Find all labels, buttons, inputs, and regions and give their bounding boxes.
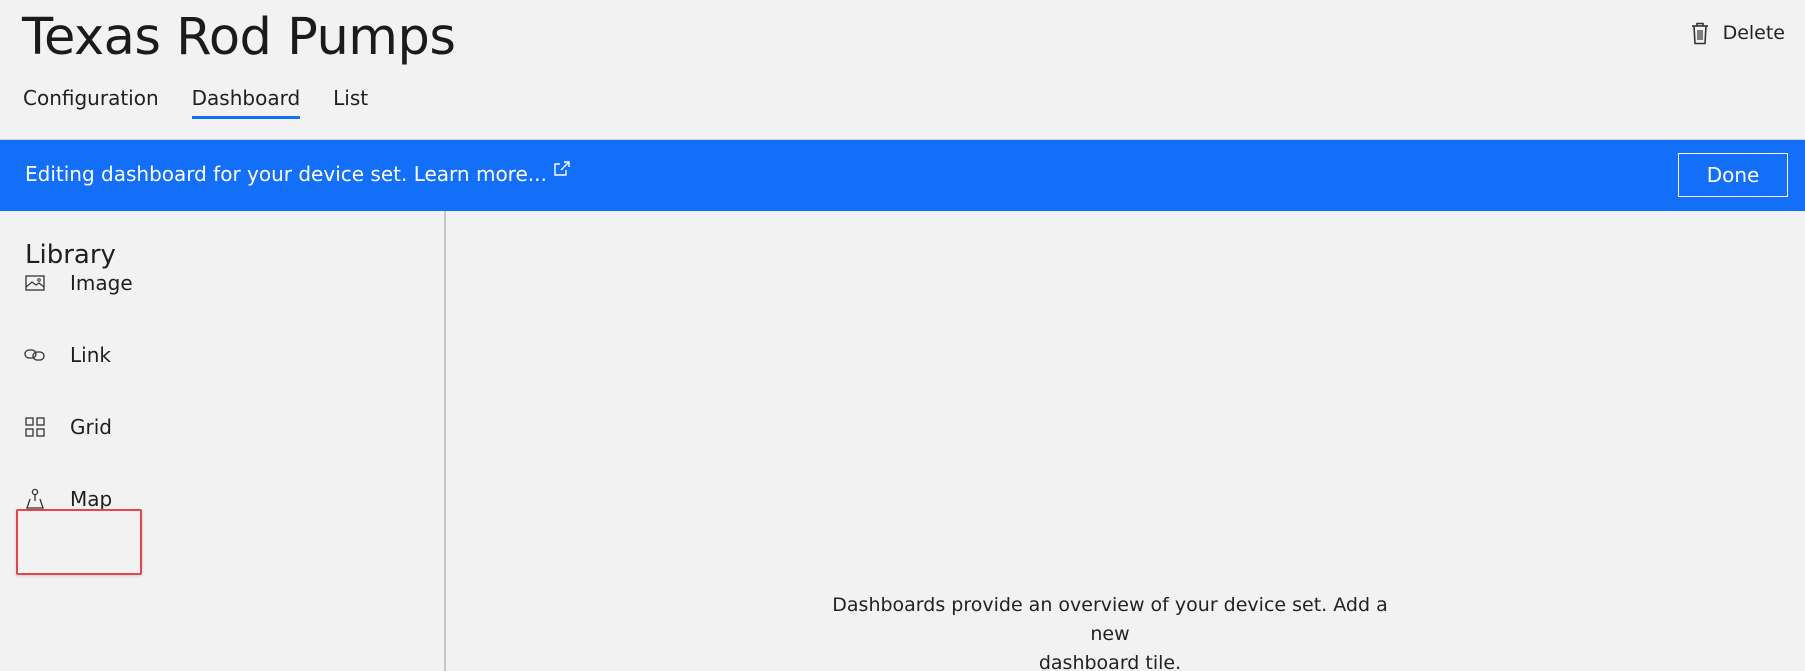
external-link-icon[interactable] bbox=[553, 158, 571, 182]
link-icon bbox=[24, 344, 46, 366]
empty-dashboard-message: Dashboards provide an overview of your d… bbox=[810, 591, 1410, 671]
library-item-grid[interactable]: Grid bbox=[24, 407, 384, 447]
app-page: Texas Rod Pumps Delete Configuration Das… bbox=[0, 0, 1805, 671]
tab-bar: Configuration Dashboard List bbox=[23, 86, 401, 119]
map-icon bbox=[24, 488, 46, 510]
image-icon bbox=[24, 272, 46, 294]
library-item-label: Image bbox=[70, 271, 133, 295]
library-item-label: Link bbox=[70, 343, 111, 367]
map-highlight-box bbox=[16, 509, 142, 575]
tab-list[interactable]: List bbox=[333, 86, 368, 119]
empty-message-line-1: Dashboards provide an overview of your d… bbox=[832, 594, 1388, 645]
dashboard-canvas[interactable]: Dashboards provide an overview of your d… bbox=[446, 211, 1805, 671]
trash-icon bbox=[1691, 22, 1709, 45]
banner-message: Editing dashboard for your device set. L… bbox=[25, 161, 571, 186]
edit-mode-banner: Editing dashboard for your device set. L… bbox=[0, 139, 1805, 212]
banner-text: Editing dashboard for your device set. bbox=[25, 162, 408, 186]
empty-message-line-2: dashboard tile. bbox=[1038, 652, 1182, 671]
library-item-link[interactable]: Link bbox=[24, 335, 384, 375]
page-title: Texas Rod Pumps bbox=[22, 8, 456, 67]
page-header: Texas Rod Pumps Delete Configuration Das… bbox=[0, 0, 1805, 139]
done-button[interactable]: Done bbox=[1678, 153, 1788, 197]
tab-dashboard[interactable]: Dashboard bbox=[191, 86, 301, 119]
library-item-label: Map bbox=[70, 487, 113, 511]
delete-label: Delete bbox=[1722, 22, 1785, 44]
tab-configuration[interactable]: Configuration bbox=[23, 86, 159, 119]
grid-icon bbox=[24, 416, 46, 438]
library-panel: Library Image Link Grid Map bbox=[0, 211, 446, 671]
library-item-label: Grid bbox=[70, 415, 112, 439]
delete-button[interactable]: Delete bbox=[1691, 16, 1785, 50]
learn-more-link[interactable]: Learn more... bbox=[414, 162, 547, 186]
library-item-image[interactable]: Image bbox=[24, 263, 384, 303]
